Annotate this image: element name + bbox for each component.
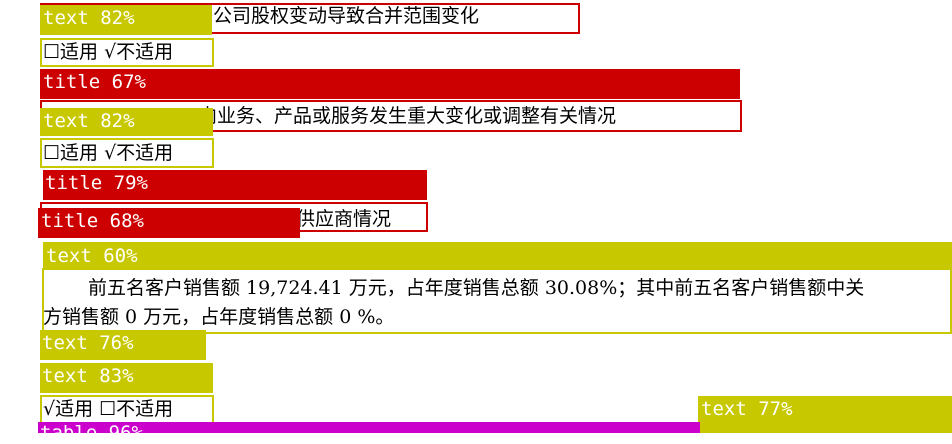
text-region-outline-3 — [42, 268, 952, 334]
label-text-6: text 77% — [701, 398, 793, 420]
text-region-outline-1 — [40, 38, 214, 67]
text-label-bar-6-base — [698, 426, 952, 433]
label-title-3: title 68% — [41, 210, 144, 232]
label-text-1: text 82% — [43, 7, 135, 29]
text-label-bar-3 — [43, 242, 952, 270]
label-text-2: text 82% — [43, 110, 135, 132]
text-region-outline-4 — [40, 395, 214, 425]
label-title-2: title 79% — [45, 172, 148, 194]
text-region-outline-2 — [40, 138, 214, 168]
label-table-1: table 96% — [40, 422, 143, 444]
label-text-5: text 83% — [42, 365, 134, 387]
label-text-3: text 60% — [46, 245, 138, 267]
label-title-1: title 67% — [43, 71, 146, 93]
label-text-4: text 76% — [42, 332, 134, 354]
